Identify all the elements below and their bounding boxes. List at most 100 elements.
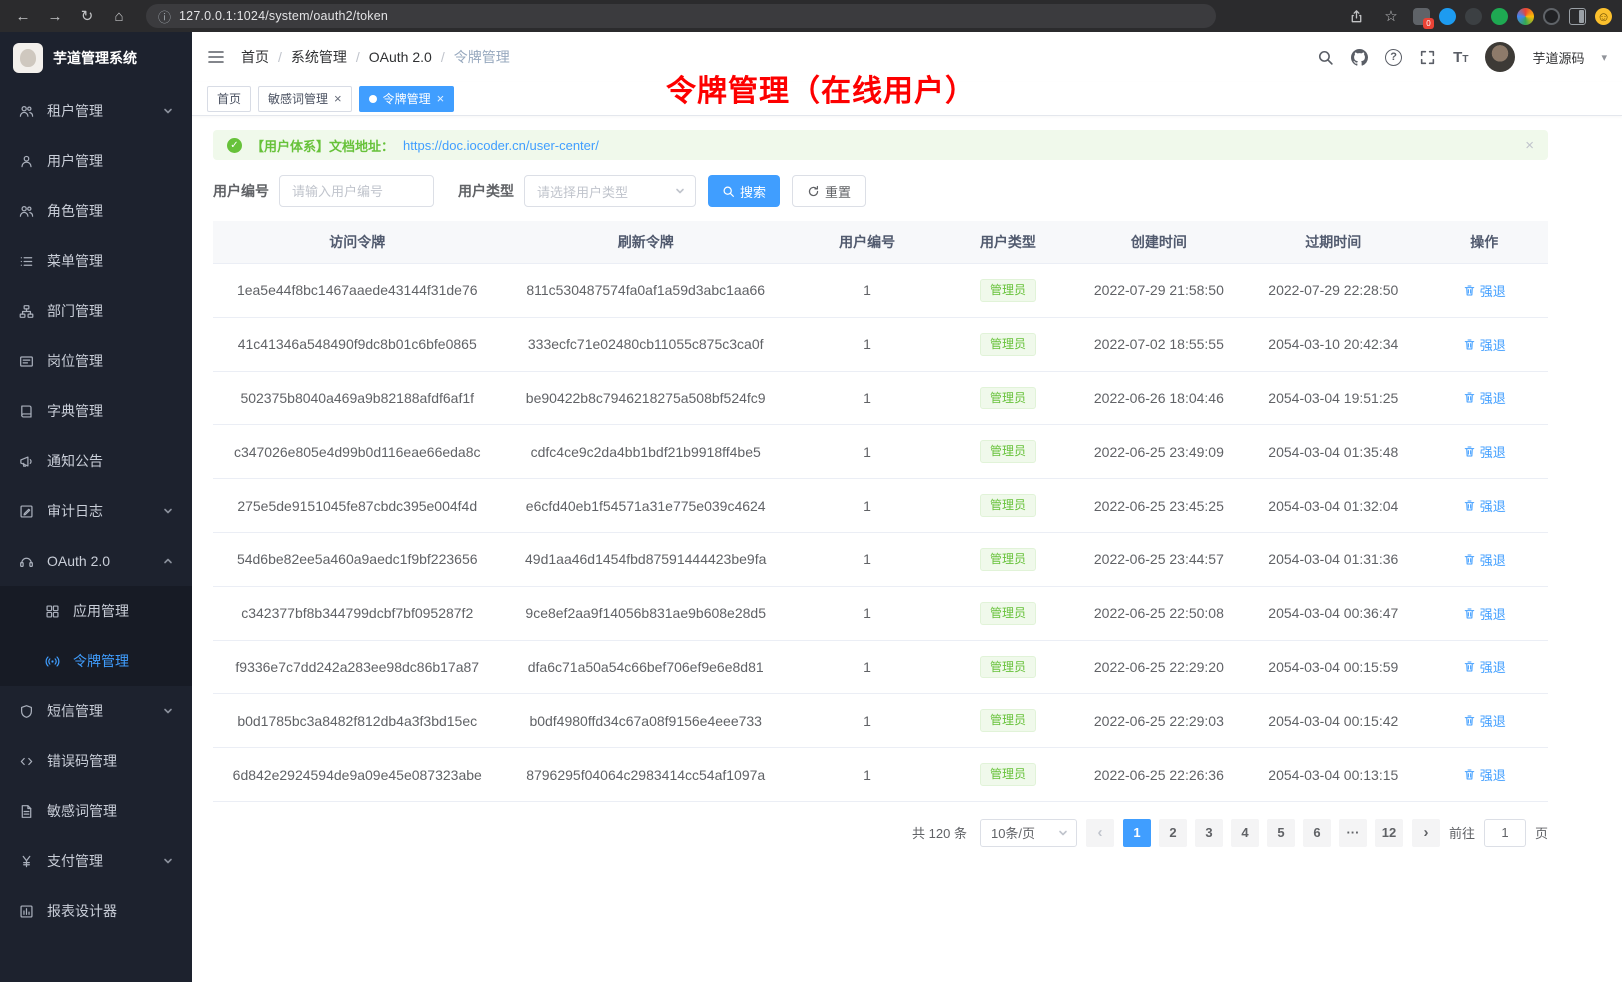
force-logout-button[interactable]: 强退 (1463, 335, 1506, 354)
page-button[interactable]: 4 (1231, 819, 1259, 847)
profile-avatar-icon[interactable]: ☺ (1595, 8, 1612, 25)
sidebar-item-label: 岗位管理 (47, 351, 103, 371)
main-area: 首页 / 系统管理 / OAuth 2.0 / 令牌管理 ? TT (192, 32, 1622, 982)
force-logout-button[interactable]: 强退 (1463, 550, 1506, 569)
back-icon[interactable]: ← (10, 4, 36, 28)
sidebar-item-dept[interactable]: 部门管理 (0, 286, 192, 336)
site-info-icon[interactable]: ⓘ (158, 7, 171, 26)
reload-icon[interactable]: ↻ (74, 4, 100, 28)
col-expire-time: 过期时间 (1246, 221, 1420, 264)
extension-bird-icon[interactable] (1439, 8, 1456, 25)
extension-color-icon[interactable] (1517, 8, 1534, 25)
access-token-cell: 275e5de9151045fe87cbdc395e004f4d (213, 479, 501, 533)
force-logout-button[interactable]: 强退 (1463, 657, 1506, 676)
bookmark-star-icon[interactable]: ☆ (1378, 4, 1404, 28)
share-icon[interactable] (1343, 4, 1369, 28)
sidebar-item-oauth2[interactable]: OAuth 2.0 (0, 536, 192, 586)
delete-icon (1463, 445, 1476, 458)
expire-time-cell: 2054-03-04 00:15:59 (1246, 640, 1420, 694)
help-icon[interactable]: ? (1385, 49, 1402, 66)
sidebar-item-audit-log[interactable]: 审计日志 (0, 486, 192, 536)
user-type-badge: 管理员 (980, 656, 1036, 679)
col-user-type: 用户类型 (944, 221, 1071, 264)
sidebar-item-token-management[interactable]: 令牌管理 (0, 636, 192, 686)
user-avatar[interactable] (1485, 42, 1515, 72)
refresh-token-cell: b0df4980ffd34c67a08f9156e4eee733 (501, 694, 789, 748)
force-logout-button[interactable]: 强退 (1463, 604, 1506, 623)
tab-close-icon[interactable]: × (334, 92, 342, 105)
sidebar-item-label: 角色管理 (47, 201, 103, 221)
address-bar[interactable]: ⓘ 127.0.0.1:1024/system/oauth2/token (146, 4, 1216, 28)
expire-time-cell: 2054-03-04 00:15:42 (1246, 694, 1420, 748)
sidebar-item-sms[interactable]: 短信管理 (0, 686, 192, 736)
breadcrumb-oauth2[interactable]: OAuth 2.0 (369, 49, 432, 65)
tab-token-management[interactable]: 令牌管理 × (359, 86, 455, 112)
home-icon[interactable]: ⌂ (106, 4, 132, 28)
tab-home[interactable]: 首页 (207, 86, 251, 112)
force-logout-button[interactable]: 强退 (1463, 765, 1506, 784)
users-icon (19, 204, 34, 219)
sidebar-item-user[interactable]: 用户管理 (0, 136, 192, 186)
user-id-cell: 1 (790, 425, 944, 479)
side-panel-icon[interactable] (1569, 8, 1586, 25)
username[interactable]: 芋道源码 (1532, 48, 1584, 67)
fullscreen-icon[interactable] (1419, 49, 1436, 66)
search-icon[interactable] (1317, 49, 1334, 66)
goto-page-input[interactable] (1484, 819, 1526, 847)
user-id-input[interactable] (279, 175, 434, 207)
page-header: 首页 / 系统管理 / OAuth 2.0 / 令牌管理 ? TT (192, 32, 1622, 82)
reset-button[interactable]: 重置 (792, 175, 866, 207)
sidebar-item-notice[interactable]: 通知公告 (0, 436, 192, 486)
font-size-icon[interactable]: TT (1453, 50, 1468, 65)
extension-ring-icon[interactable] (1543, 8, 1560, 25)
create-time-cell: 2022-06-25 23:44:57 (1072, 532, 1246, 586)
force-logout-button[interactable]: 强退 (1463, 496, 1506, 515)
headset-icon (19, 554, 34, 569)
sidebar-item-report-designer[interactable]: 报表设计器 (0, 886, 192, 936)
sidebar-item-app-management[interactable]: 应用管理 (0, 586, 192, 636)
page-button[interactable]: 1 (1123, 819, 1151, 847)
force-logout-button[interactable]: 强退 (1463, 388, 1506, 407)
user-menu-caret-icon[interactable]: ▾ (1601, 51, 1607, 64)
sidebar-toggle-icon[interactable] (207, 48, 225, 66)
sidebar-item-dict[interactable]: 字典管理 (0, 386, 192, 436)
sidebar-item-post[interactable]: 岗位管理 (0, 336, 192, 386)
prev-page-button[interactable]: ‹ (1086, 819, 1114, 847)
doc-link[interactable]: https://doc.iocoder.cn/user-center/ (403, 138, 599, 153)
sidebar-item-error-code[interactable]: 错误码管理 (0, 736, 192, 786)
extension-dark-icon[interactable] (1465, 8, 1482, 25)
force-logout-button[interactable]: 强退 (1463, 281, 1506, 300)
sidebar-item-pay[interactable]: 支付管理 (0, 836, 192, 886)
page-button[interactable]: 3 (1195, 819, 1223, 847)
user-id-cell: 1 (790, 317, 944, 371)
github-icon[interactable] (1351, 49, 1368, 66)
sidebar-item-menu[interactable]: 菜单管理 (0, 236, 192, 286)
next-page-button[interactable]: › (1412, 819, 1440, 847)
sidebar-item-tenant[interactable]: 租户管理 (0, 86, 192, 136)
force-logout-button[interactable]: 强退 (1463, 711, 1506, 730)
sidebar-item-sensitive-word[interactable]: 敏感词管理 (0, 786, 192, 836)
page-button[interactable]: 5 (1267, 819, 1295, 847)
user-type-select[interactable]: 请选择用户类型 (524, 175, 696, 207)
page-button[interactable]: 12 (1375, 819, 1403, 847)
create-time-cell: 2022-07-02 18:55:55 (1072, 317, 1246, 371)
extension-grid-icon[interactable]: 0 (1413, 8, 1430, 25)
tab-sensitive-word[interactable]: 敏感词管理 × (258, 86, 352, 112)
search-button[interactable]: 搜索 (708, 175, 780, 207)
page-button[interactable]: 2 (1159, 819, 1187, 847)
sidebar-item-role[interactable]: 角色管理 (0, 186, 192, 236)
breadcrumb-home[interactable]: 首页 (241, 47, 269, 67)
breadcrumb-system[interactable]: 系统管理 (291, 47, 347, 67)
page-button[interactable]: 6 (1303, 819, 1331, 847)
forward-icon[interactable]: → (42, 4, 68, 28)
access-token-cell: 41c41346a548490f9dc8b01c6bfe0865 (213, 317, 501, 371)
page-button[interactable]: ··· (1339, 819, 1367, 847)
breadcrumb-separator: / (356, 49, 360, 65)
app-logo-row[interactable]: 芋道管理系统 (0, 32, 192, 84)
page-size-select[interactable]: 10条/页 (980, 819, 1077, 847)
force-logout-button[interactable]: 强退 (1463, 442, 1506, 461)
access-token-cell: 502375b8040a469a9b82188afdf6af1f (213, 371, 501, 425)
extension-green-icon[interactable] (1491, 8, 1508, 25)
tab-close-icon[interactable]: × (437, 92, 445, 105)
alert-close-icon[interactable]: × (1525, 137, 1534, 154)
